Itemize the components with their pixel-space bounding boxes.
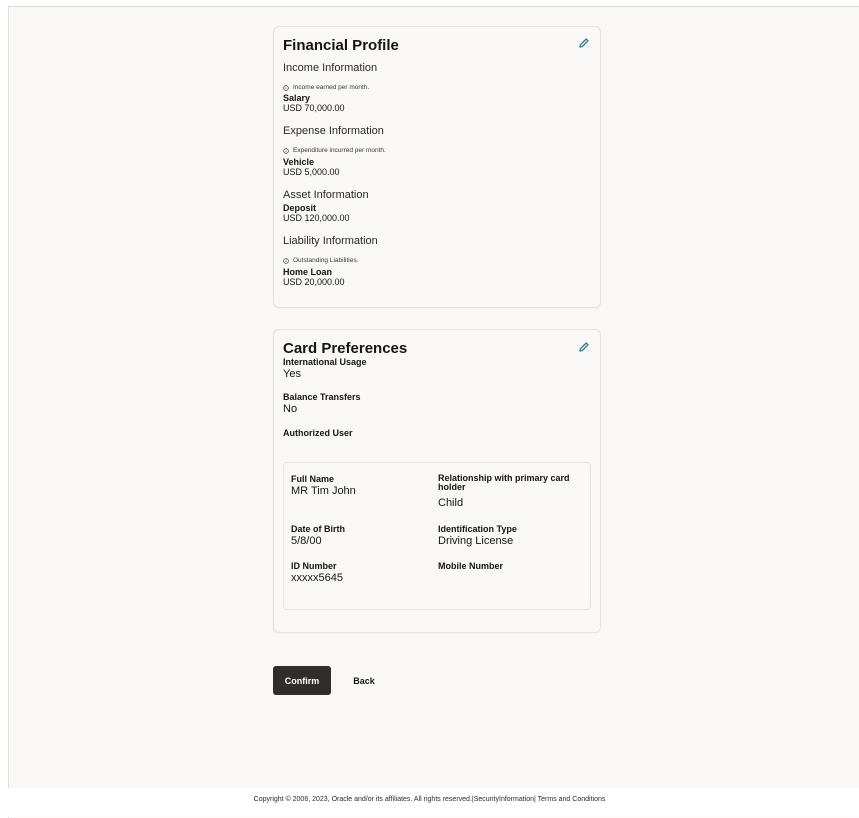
- footer-copyright-text: Copyright © 2006, 2023, Oracle and/or it…: [253, 796, 606, 803]
- id-number-label: ID Number: [291, 561, 337, 571]
- info-circle-icon: [283, 84, 289, 91]
- liability-information-heading: Liability Information: [283, 235, 378, 247]
- relationship-label: Relationship with primary card holder: [438, 473, 570, 492]
- edit-financial-profile-pencil-icon[interactable]: [578, 36, 590, 48]
- income-info-note: Income earned per month.: [283, 84, 369, 91]
- international-usage-label: International Usage: [283, 357, 367, 367]
- id-number-value: xxxxx5645: [291, 572, 343, 584]
- relationship-value: Child: [438, 497, 464, 509]
- deposit-label: Deposit: [283, 203, 317, 213]
- card-preferences-card: Card Preferences International Usage Yes…: [273, 329, 601, 633]
- international-usage-value: Yes: [283, 368, 301, 380]
- financial-profile-card: Financial Profile Income Information Inc…: [273, 26, 601, 308]
- authorized-user-details: Full Name MR Tim John Relationship with …: [283, 462, 591, 610]
- deposit-value: USD 120,000.00: [283, 213, 350, 223]
- full-name-label: Full Name: [291, 474, 335, 484]
- home-loan-label: Home Loan: [283, 267, 333, 277]
- liability-info-note: Outstanding Liabilities.: [283, 257, 358, 264]
- income-information-heading: Income Information: [283, 62, 378, 74]
- asset-information-heading: Asset Information: [283, 189, 369, 201]
- identification-type-label: Identification Type: [438, 524, 517, 534]
- income-info-text: Income earned per month.: [293, 84, 370, 91]
- date-of-birth-value: 5/8/00: [291, 535, 322, 547]
- balance-transfers-value: No: [283, 403, 298, 415]
- full-name-value: MR Tim John: [291, 485, 356, 497]
- authorized-user-label: Authorized User: [283, 428, 353, 438]
- edit-card-preferences-pencil-icon[interactable]: [578, 340, 590, 352]
- page-footer: Copyright © 2006, 2023, Oracle and/or it…: [0, 788, 859, 817]
- expense-info-note: Expenditure incurred per month.: [283, 147, 386, 154]
- expense-information-heading: Expense Information: [283, 125, 384, 137]
- back-button[interactable]: Back: [343, 666, 385, 695]
- date-of-birth-label: Date of Birth: [291, 524, 345, 534]
- salary-value: USD 70,000.00: [283, 103, 345, 113]
- salary-label: Salary: [283, 93, 311, 103]
- financial-profile-title: Financial Profile: [283, 37, 399, 54]
- info-circle-icon: [283, 257, 289, 264]
- card-preferences-title: Card Preferences: [283, 340, 408, 357]
- mobile-number-label: Mobile Number: [438, 561, 504, 571]
- confirm-button[interactable]: Confirm: [273, 666, 331, 695]
- vehicle-label: Vehicle: [283, 157, 315, 167]
- home-loan-value: USD 20,000.00: [283, 277, 345, 287]
- liability-info-text: Outstanding Liabilities.: [293, 257, 359, 264]
- balance-transfers-label: Balance Transfers: [283, 392, 361, 402]
- info-circle-icon: [283, 147, 289, 154]
- expense-info-text: Expenditure incurred per month.: [293, 147, 386, 154]
- identification-type-value: Driving License: [438, 535, 514, 547]
- vehicle-value: USD 5,000.00: [283, 167, 340, 177]
